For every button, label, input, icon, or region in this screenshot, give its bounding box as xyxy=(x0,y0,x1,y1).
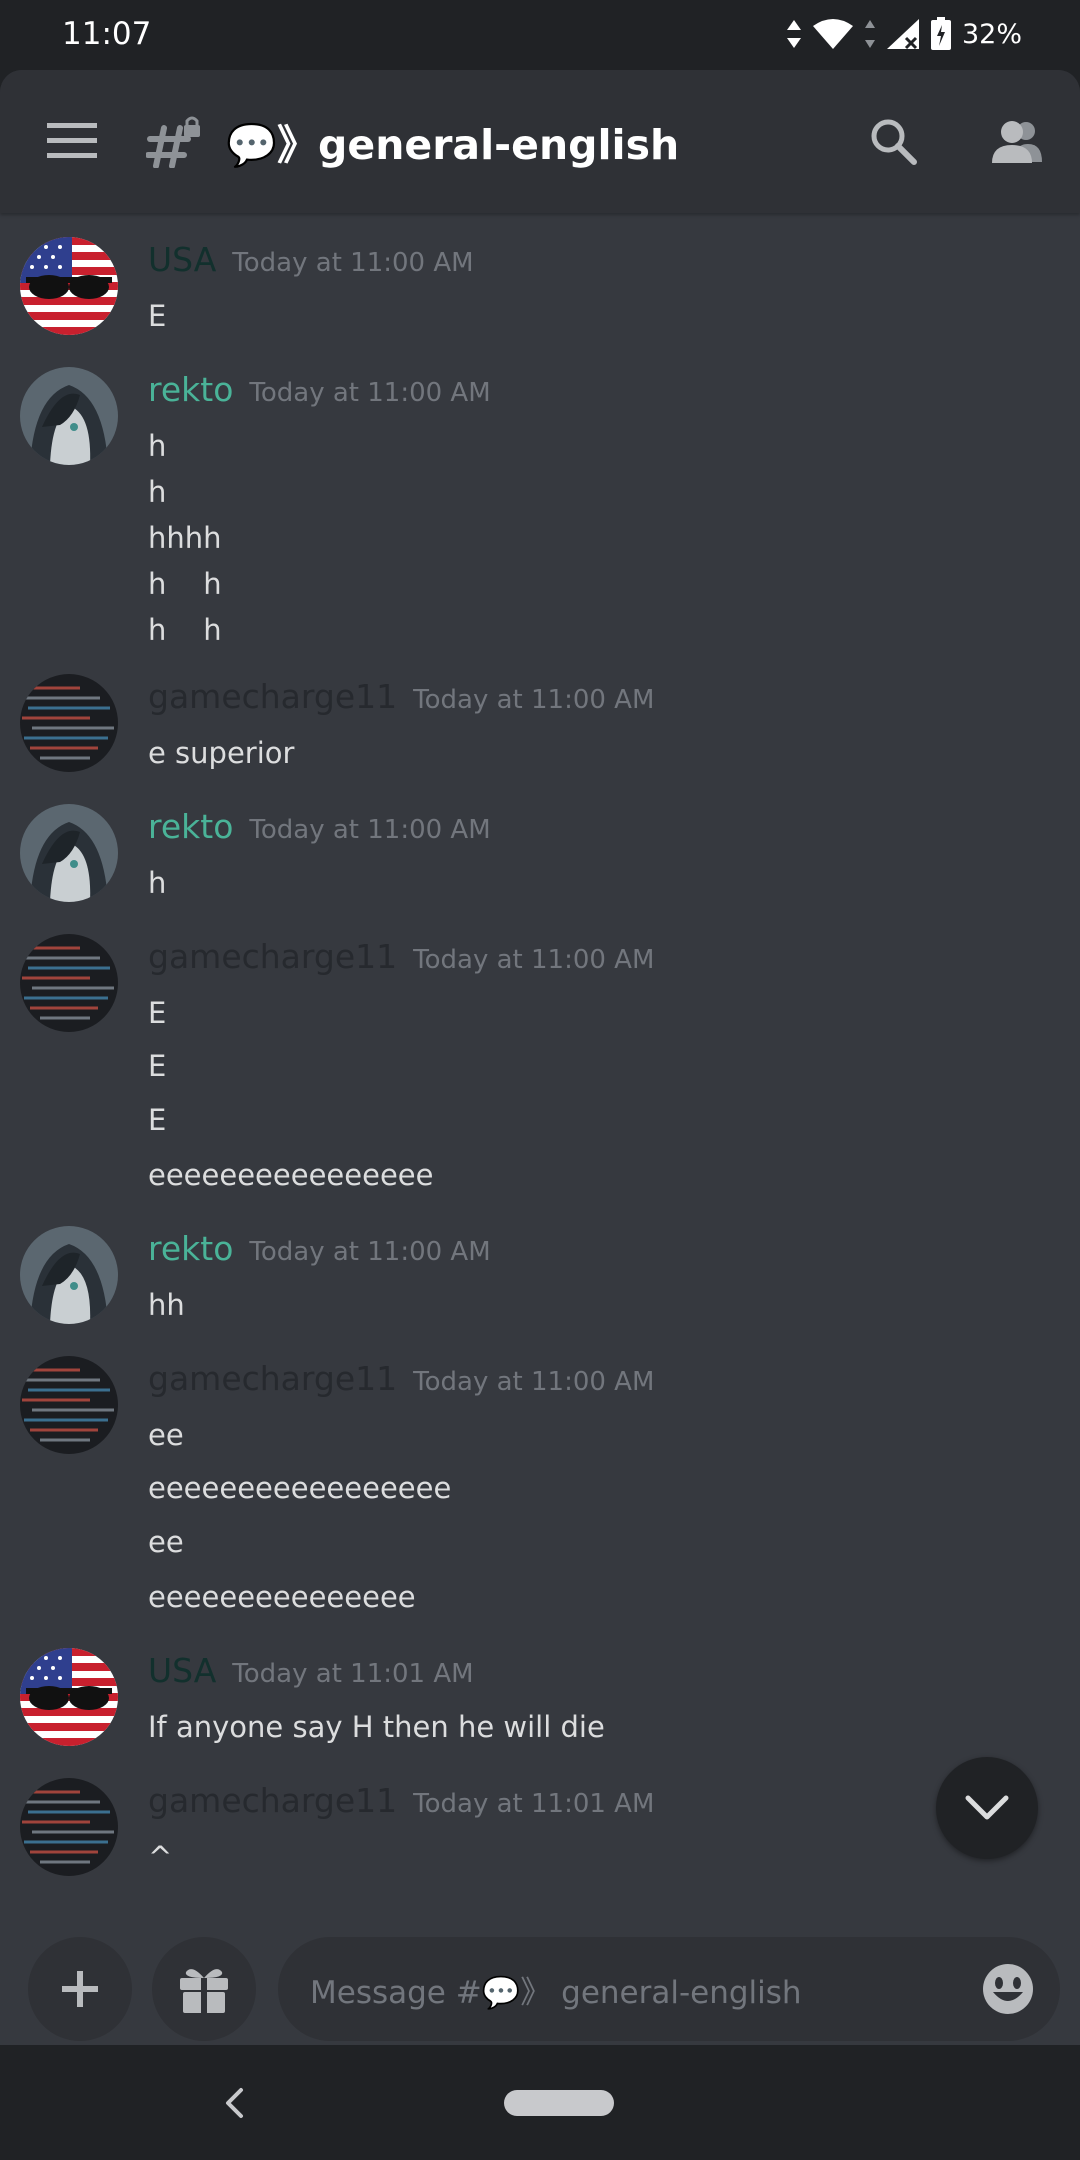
avatar-rekto[interactable] xyxy=(20,1226,118,1324)
message-header: rekto Today at 11:00 AM xyxy=(148,370,491,409)
message-line: h h xyxy=(148,567,222,601)
timestamp: Today at 11:00 AM xyxy=(413,1367,655,1397)
message-line: eeeeeeeeeeeeeeeee xyxy=(148,1471,452,1505)
gift-icon xyxy=(180,1969,228,2013)
message-header: USA Today at 11:00 AM xyxy=(148,240,474,279)
menu-icon xyxy=(47,123,97,158)
search-button[interactable] xyxy=(858,106,928,176)
avatar-gamecharge11[interactable] xyxy=(20,674,118,772)
message-header: gamecharge11 Today at 11:00 AM xyxy=(148,937,654,976)
username[interactable]: gamecharge11 xyxy=(148,677,397,716)
back-chevron-icon xyxy=(226,2088,243,2118)
add-attachment-button[interactable] xyxy=(28,1937,132,2041)
username[interactable]: USA xyxy=(148,240,216,279)
timestamp: Today at 11:00 AM xyxy=(232,248,474,278)
message-line: h xyxy=(148,866,167,900)
message-line: E xyxy=(148,299,167,333)
chevron-down-icon xyxy=(965,1795,1009,1820)
wifi-icon xyxy=(812,18,854,50)
timestamp: Today at 11:00 AM xyxy=(249,815,491,845)
username[interactable]: rekto xyxy=(148,807,233,846)
message-body: hh xyxy=(148,1288,185,1322)
message-body: h h hhhh h h h h xyxy=(148,429,222,659)
message-line: ^ xyxy=(148,1840,173,1874)
battery-icon xyxy=(930,17,952,51)
plus-icon xyxy=(62,1971,98,2007)
channel-title: 💬》general-english xyxy=(226,121,680,169)
timestamp: Today at 11:00 AM xyxy=(413,945,655,975)
username[interactable]: gamecharge11 xyxy=(148,937,397,976)
message-header: gamecharge11 Today at 11:00 AM xyxy=(148,1359,654,1398)
message-line: eeeeeeeeeeeeeeee xyxy=(148,1158,434,1192)
message-body: e superior xyxy=(148,736,294,770)
username[interactable]: gamecharge11 xyxy=(148,1359,397,1398)
message-list[interactable]: USA Today at 11:00 AM E rekto Today at 1… xyxy=(0,213,1080,1905)
message-line: h h xyxy=(148,613,222,647)
message-line: ee xyxy=(148,1525,184,1559)
channel-locked-hash-icon xyxy=(144,110,206,172)
message-header: gamecharge11 Today at 11:01 AM xyxy=(148,1781,654,1820)
status-bar: 11:07 32% xyxy=(0,0,1080,70)
message-input[interactable]: Message #💬》 general-english xyxy=(278,1937,1060,2041)
avatar-gamecharge11[interactable] xyxy=(20,1778,118,1876)
message-header: gamecharge11 Today at 11:00 AM xyxy=(148,677,654,716)
data-transfer-icon xyxy=(786,19,802,49)
message-body: E xyxy=(148,299,166,333)
message-body: If anyone say H then he will die xyxy=(148,1710,605,1744)
status-time: 11:07 xyxy=(62,16,152,52)
message-line: h xyxy=(148,429,167,463)
timestamp: Today at 11:00 AM xyxy=(249,378,491,408)
message-line: E xyxy=(148,996,167,1030)
channel-header: 💬》general-english xyxy=(0,70,1080,213)
timestamp: Today at 11:01 AM xyxy=(413,1789,655,1819)
message-placeholder: Message #💬》 general-english xyxy=(310,1974,802,2011)
message-header: rekto Today at 11:00 AM xyxy=(148,807,491,846)
avatar-gamecharge11[interactable] xyxy=(20,934,118,1032)
message-body: ee eeeeeeeeeeeeeeeee ee eeeeeeeeeeeeeee xyxy=(148,1418,451,1634)
username[interactable]: rekto xyxy=(148,370,233,409)
status-icons: 32% xyxy=(786,14,1022,54)
message-line: ee xyxy=(148,1418,184,1452)
message-line: hh xyxy=(148,1288,185,1322)
home-pill[interactable] xyxy=(504,2090,614,2116)
battery-percent: 32% xyxy=(961,18,1022,50)
message-line: e superior xyxy=(148,736,295,770)
back-button[interactable] xyxy=(214,2081,254,2125)
avatar-rekto[interactable] xyxy=(20,804,118,902)
gift-button[interactable] xyxy=(152,1937,256,2041)
members-button[interactable] xyxy=(982,106,1052,176)
avatar-usa[interactable] xyxy=(20,237,118,335)
emoji-smile-icon xyxy=(983,1964,1033,2014)
system-nav-bar xyxy=(0,2045,1080,2160)
message-composer: Message #💬》 general-english xyxy=(0,1905,1080,2045)
message-line: If anyone say H then he will die xyxy=(148,1710,605,1744)
avatar-rekto[interactable] xyxy=(20,367,118,465)
members-icon xyxy=(992,121,1042,163)
search-icon xyxy=(871,119,917,165)
cell-signal-icon xyxy=(886,18,920,50)
timestamp: Today at 11:01 AM xyxy=(232,1659,474,1689)
message-body: h xyxy=(148,866,166,900)
message-line: eeeeeeeeeeeeeee xyxy=(148,1580,416,1614)
message-line: E xyxy=(148,1103,167,1137)
timestamp: Today at 11:00 AM xyxy=(413,685,655,715)
username[interactable]: USA xyxy=(148,1651,216,1690)
timestamp: Today at 11:00 AM xyxy=(249,1237,491,1267)
avatar-usa[interactable] xyxy=(20,1648,118,1746)
message-header: rekto Today at 11:00 AM xyxy=(148,1229,491,1268)
chat-app: 💬》general-english USA Today at 11:00 AM … xyxy=(0,70,1080,2045)
message-header: USA Today at 11:01 AM xyxy=(148,1651,474,1690)
emoji-button[interactable] xyxy=(980,1961,1036,2017)
jump-to-latest-button[interactable] xyxy=(936,1757,1038,1859)
message-line: hhhh xyxy=(148,521,222,555)
message-body: E E E eeeeeeeeeeeeeeee xyxy=(148,996,433,1212)
username[interactable]: rekto xyxy=(148,1229,233,1268)
username[interactable]: gamecharge11 xyxy=(148,1781,397,1820)
message-line: h xyxy=(148,475,167,509)
message-body: ^ xyxy=(148,1840,172,1874)
menu-button[interactable] xyxy=(36,110,108,172)
mobile-data-icon xyxy=(864,19,876,49)
message-line: E xyxy=(148,1049,167,1083)
avatar-gamecharge11[interactable] xyxy=(20,1356,118,1454)
